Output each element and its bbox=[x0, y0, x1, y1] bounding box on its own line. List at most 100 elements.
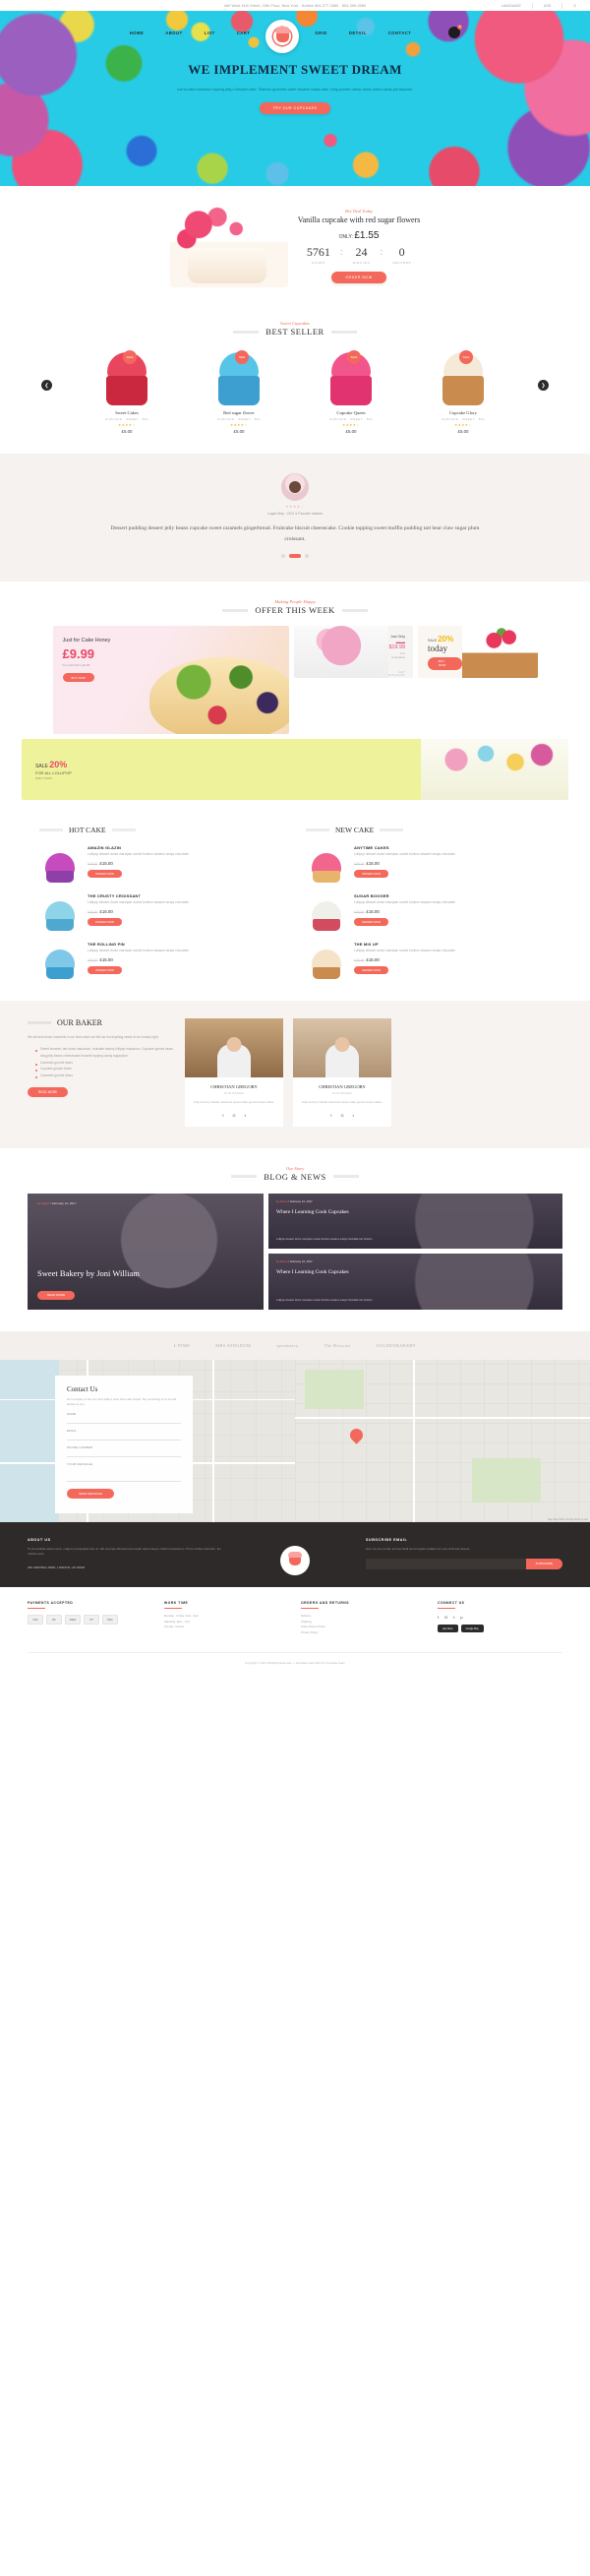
blog-post-title: Sweet Bakery by Joni William bbox=[37, 1268, 140, 1279]
footer-logo[interactable] bbox=[280, 1545, 310, 1575]
product-card[interactable]: SALE Cupcake Glory CUPCAKE · SWEET · BIG… bbox=[411, 348, 515, 434]
chevron-left-icon[interactable]: ❮ bbox=[41, 380, 52, 391]
cupcake-icon bbox=[274, 26, 290, 42]
send-message-button[interactable]: SEND MESSAGE bbox=[67, 1488, 115, 1499]
blog-kicker: Our Story bbox=[285, 1165, 305, 1171]
banner-cta-button[interactable]: BUY NOW bbox=[428, 656, 463, 670]
subscribe-email-input[interactable] bbox=[366, 1559, 526, 1570]
cake-cta-button[interactable]: ORDER NOW bbox=[88, 869, 122, 878]
blog-section: Our Story BLOG & NEWS by Admin / Februar… bbox=[0, 1148, 590, 1331]
google-play-badge[interactable]: Google Play bbox=[460, 1625, 484, 1633]
cake-name: THE CRUSTY CROISSANT bbox=[88, 893, 142, 899]
twitter-icon[interactable]: t bbox=[245, 1113, 246, 1118]
hero-title: WE IMPLEMENT SWEET DREAM bbox=[188, 62, 402, 77]
cake-list-item[interactable]: THE MIX UP Lollipop dessert donut marzip… bbox=[306, 942, 551, 980]
cake-list-item[interactable]: THE ROLLING PIN Lollipop dessert donut m… bbox=[39, 942, 284, 980]
orders-link[interactable]: Privacy Policy bbox=[301, 1630, 426, 1636]
offer-banner-sale-today[interactable]: SALE 20% today BUY NOW bbox=[418, 626, 538, 679]
search-icon[interactable]: ⚲ bbox=[573, 4, 576, 8]
discover-icon: DISC bbox=[102, 1615, 118, 1625]
product-meta: CUPCAKE · SWEET · BIG bbox=[104, 417, 149, 421]
message-textarea[interactable] bbox=[67, 1466, 181, 1482]
chef-card[interactable]: CHRISTIAN GREGORY OUR BAKER Jelly dummy … bbox=[185, 1018, 283, 1127]
blog-post-small[interactable]: by Admin / February 12, 2017 Where I Lea… bbox=[268, 1193, 562, 1250]
contact-form[interactable]: Contact Us Our Company is the very best … bbox=[55, 1375, 193, 1513]
cake-cta-button[interactable]: ORDER NOW bbox=[354, 869, 388, 878]
cake-list-item[interactable]: ANYTIME CAKES Lollipop dessert donut mar… bbox=[306, 845, 551, 884]
cake-price: £15.00 bbox=[366, 908, 380, 914]
our-baker-cta-button[interactable]: READ MORE bbox=[28, 1086, 69, 1097]
offer-banner-just-only[interactable]: Just Only $29.99 $19.99 For CupCakes GET… bbox=[293, 626, 413, 679]
app-store-badge[interactable]: App Store bbox=[438, 1625, 458, 1633]
countdown-timer: 5761 HOURS : 24 MINUTES : 0 SECONDS bbox=[298, 245, 421, 265]
name-input[interactable] bbox=[67, 1416, 181, 1424]
nav-item-about[interactable]: ABOUT bbox=[165, 31, 182, 35]
pagination-dot[interactable] bbox=[281, 554, 285, 559]
nav-item-home[interactable]: HOME bbox=[130, 31, 145, 35]
pagination-dot[interactable] bbox=[305, 554, 309, 559]
countdown-hours-label: HOURS bbox=[311, 260, 325, 265]
product-card[interactable]: SALE Sweet Cakes CUPCAKE · SWEET · BIG ★… bbox=[75, 348, 179, 434]
nav-item-grid[interactable]: GRID bbox=[315, 31, 326, 35]
cake-list-item[interactable]: SUGAR BOOGER Lollipop dessert donut marz… bbox=[306, 893, 551, 932]
new-cake-title-text: NEW CAKE bbox=[335, 826, 375, 835]
offer-banner-lollipop[interactable]: SALE 20% FOR ALL LOLLIPOP ONLY 3 DAY bbox=[22, 739, 568, 801]
nav-item-contact[interactable]: CONTACT bbox=[388, 31, 412, 35]
blog-post-author: by Admin bbox=[37, 1200, 50, 1205]
google-icon[interactable]: G bbox=[340, 1113, 343, 1118]
our-baker-section: OUR BAKER We all have those moments in o… bbox=[0, 1001, 590, 1148]
banner-cta-button[interactable]: BUY NOW bbox=[62, 673, 94, 683]
chef-card[interactable]: CHRISTIAN GREGORY OUR BAKER Jelly dummy … bbox=[293, 1018, 391, 1127]
cake-cta-button[interactable]: ORDER NOW bbox=[354, 917, 388, 926]
banner-sub: ONLY 3 DAY bbox=[35, 775, 53, 780]
subscribe-button[interactable]: SUBSCRIBE bbox=[525, 1559, 562, 1570]
google-icon[interactable]: G bbox=[444, 1615, 447, 1620]
blog-post-featured[interactable]: by Admin / February 12, 2017 Sweet Baker… bbox=[28, 1193, 264, 1310]
twitter-icon[interactable]: t bbox=[353, 1113, 354, 1118]
twitter-icon[interactable]: t bbox=[453, 1615, 454, 1620]
cake-cta-button[interactable]: ORDER NOW bbox=[88, 965, 122, 974]
nav-item-list[interactable]: LIST bbox=[205, 31, 215, 35]
currency-selector[interactable]: USD bbox=[544, 4, 552, 8]
phone-input[interactable] bbox=[67, 1449, 181, 1457]
brand-logo: GOLDENBAKERY bbox=[376, 1342, 417, 1348]
facebook-icon[interactable]: f bbox=[330, 1113, 331, 1118]
footer-subscribe-text: Give us your email, and we shall send re… bbox=[366, 1546, 471, 1551]
chef-role: OUR BAKER bbox=[223, 1091, 245, 1096]
product-card[interactable]: SALE Cupcake Queen CUPCAKE · SWEET · BIG… bbox=[299, 348, 403, 434]
facebook-icon[interactable]: f bbox=[438, 1615, 439, 1620]
cake-list-item[interactable]: THE CRUSTY CROISSANT Lollipop dessert do… bbox=[39, 893, 284, 932]
email-input[interactable] bbox=[67, 1433, 181, 1441]
nav-item-detail[interactable]: DETAIL bbox=[349, 31, 367, 35]
nav-item-cart[interactable]: CART bbox=[237, 31, 251, 35]
cart-button[interactable]: 0 bbox=[448, 25, 463, 38]
map-pin-icon[interactable] bbox=[347, 1425, 366, 1445]
banner-sub: For CupCakes bbox=[390, 651, 405, 660]
facebook-icon[interactable]: f bbox=[222, 1113, 223, 1118]
chef-name: CHRISTIAN GREGORY bbox=[319, 1084, 366, 1090]
offer-title-text: OFFER THIS WEEK bbox=[255, 605, 335, 616]
google-icon[interactable]: G bbox=[232, 1113, 235, 1118]
blog-post-small[interactable]: by Admin / February 12, 2017 Where I Lea… bbox=[268, 1254, 562, 1310]
cake-cta-button[interactable]: ORDER NOW bbox=[354, 965, 388, 974]
blog-post-cta-button[interactable]: READ MORE bbox=[37, 1290, 76, 1300]
language-selector[interactable]: LANGUAGE bbox=[502, 4, 521, 8]
product-card[interactable]: NEW Red sugar flower CUPCAKE · SWEET · B… bbox=[187, 348, 291, 434]
banner-link[interactable]: GET DISCOUNT bbox=[388, 671, 405, 677]
cake-list-item[interactable]: AMAZIN GLAZIN Lollipop dessert donut mar… bbox=[39, 845, 284, 884]
pinterest-icon[interactable]: p bbox=[460, 1615, 462, 1620]
map-left[interactable]: Contact Us Our Company is the very best … bbox=[0, 1359, 295, 1522]
map-park bbox=[305, 1369, 364, 1409]
countdown-seconds-value: 0 bbox=[398, 244, 405, 259]
hot-deal-cta-button[interactable]: ORDER NOW bbox=[331, 271, 386, 283]
chevron-right-icon[interactable]: ❯ bbox=[538, 380, 549, 391]
cake-cta-button[interactable]: ORDER NOW bbox=[88, 917, 122, 926]
product-badge: SALE bbox=[123, 350, 137, 364]
hero-cta-button[interactable]: TRY OUR CUPCAKES bbox=[259, 101, 331, 114]
map-right[interactable]: Map data ©2017 Google Terms of Use bbox=[295, 1359, 590, 1522]
baker-bullet: Caramels gummi bears bbox=[35, 1073, 175, 1079]
offer-banner-cake-honey[interactable]: Just for Cake Honey £9.99 from £19.99 to… bbox=[52, 626, 289, 735]
cake-name: THE ROLLING PIN bbox=[88, 942, 125, 948]
pagination-dot-active[interactable] bbox=[289, 554, 301, 559]
cupcake-base-icon bbox=[46, 871, 74, 884]
